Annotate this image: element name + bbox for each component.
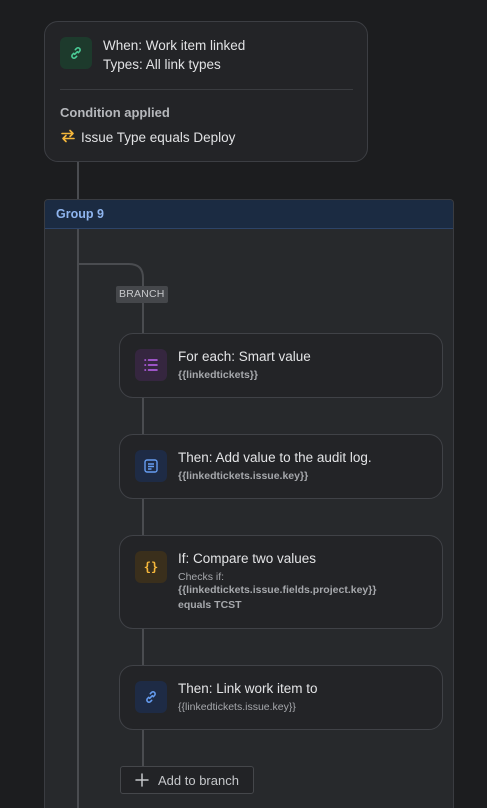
connector-line xyxy=(77,162,79,200)
braces-icon: {} xyxy=(135,551,167,583)
list-icon xyxy=(135,349,167,381)
group-header[interactable]: Group 9 xyxy=(45,200,453,229)
swap-arrows-icon xyxy=(60,128,76,144)
group-title: Group 9 xyxy=(56,207,104,221)
step-card-for-each[interactable]: For each: Smart value {{linkedtickets}} xyxy=(119,333,443,398)
step-value: {{linkedtickets.issue.key}} xyxy=(178,470,309,482)
trigger-types: Types: All link types xyxy=(103,57,221,72)
step-title: Then: Add value to the audit log. xyxy=(178,450,372,465)
add-to-branch-label: Add to branch xyxy=(158,773,239,788)
branch-tag: BRANCH xyxy=(116,286,168,303)
add-to-branch-button[interactable]: Add to branch xyxy=(120,766,254,794)
step-expression: {{linkedtickets.issue.fields.project.key… xyxy=(178,584,377,596)
trigger-title: When: Work item linked xyxy=(103,38,246,53)
step-condition: equals TCST xyxy=(178,599,242,611)
link-icon xyxy=(60,37,92,69)
step-title: For each: Smart value xyxy=(178,349,311,364)
log-icon xyxy=(135,450,167,482)
step-value: {{linkedtickets.issue.key}} xyxy=(178,701,296,713)
condition-heading: Condition applied xyxy=(60,105,170,120)
trigger-card[interactable]: When: Work item linked Types: All link t… xyxy=(44,21,368,162)
step-card-link-item[interactable]: Then: Link work item to {{linkedtickets.… xyxy=(119,665,443,730)
link-icon xyxy=(135,681,167,713)
step-card-audit-log[interactable]: Then: Add value to the audit log. {{link… xyxy=(119,434,443,499)
step-value: {{linkedtickets}} xyxy=(178,369,258,381)
connector-line xyxy=(77,229,79,808)
step-title: If: Compare two values xyxy=(178,551,317,566)
divider xyxy=(60,89,353,90)
step-title: Then: Link work item to xyxy=(178,681,318,696)
condition-text: Issue Type equals Deploy xyxy=(81,130,236,145)
plus-icon xyxy=(135,773,149,787)
step-label: Checks if: xyxy=(178,571,225,583)
step-card-compare[interactable]: {} If: Compare two values Checks if: {{l… xyxy=(119,535,443,629)
